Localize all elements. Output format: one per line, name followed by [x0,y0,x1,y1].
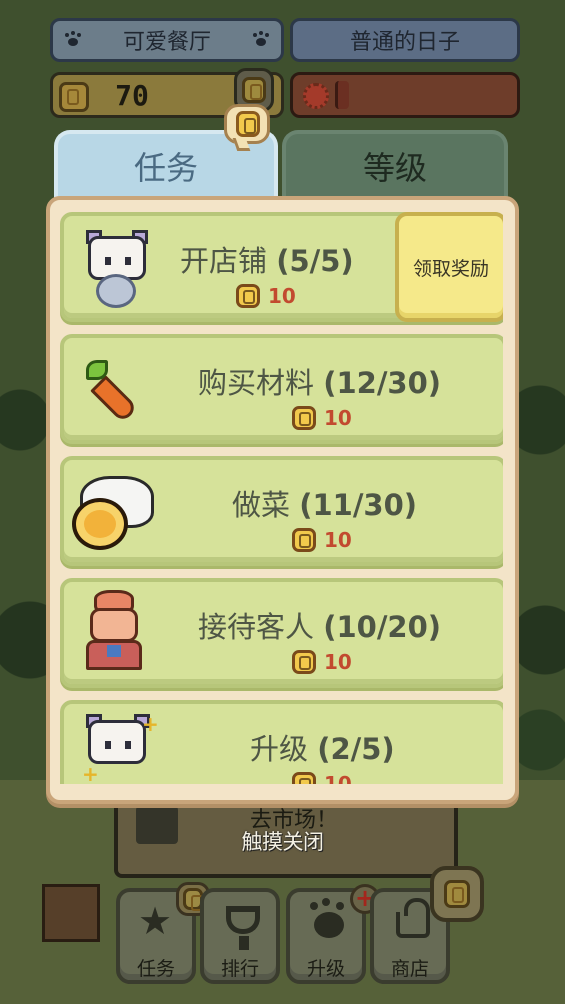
trophy-icon [226,906,260,950]
paw-icon [253,33,269,47]
sparkle-icon: + [142,712,159,736]
coin-icon [444,880,470,908]
task-card-upgrade: + + 升级 (2/5) 10 [60,700,503,784]
tasks-list[interactable]: 开店铺 (5/5) 10 领取奖励 购买材料 (12/30) 10 做菜 (11… [60,212,503,784]
task-title: 做菜 (11/30) [232,488,418,522]
coin-icon [236,284,260,308]
sparkle-icon: + [82,762,99,784]
cat-with-plate-icon [82,230,152,310]
nav-label: 任务 [136,958,175,980]
nav-label: 商店 [390,958,429,980]
coin-shop-button[interactable] [430,866,484,922]
sun-icon [303,83,329,109]
task-card-buy-materials: 购买材料 (12/30) 10 [60,334,503,444]
nav-label: 升级 [306,958,345,980]
crate-icon [42,884,100,942]
paw-icon [310,902,344,938]
day-label: 普通的日子 [349,30,460,55]
task-reward: 10 [292,404,352,432]
nav-ranking-button[interactable]: 排行 [200,888,280,984]
task-card-serve-guests: 接待客人 (10/20) 10 [60,578,503,688]
task-title: 开店铺 (5/5) [180,244,354,278]
energy-bar-fill [335,81,349,109]
coin-icon [292,406,316,430]
coin-reward-bubble [224,104,270,144]
task-reward: 10 [292,526,352,554]
coin-amount: 70 [115,78,149,112]
task-reward: 10 [292,648,352,676]
coin-icon [292,528,316,552]
basket-icon [396,898,430,938]
star-icon: ★ [138,899,173,943]
chef-character-icon [78,590,150,678]
noodle-bowl-icon [72,470,158,554]
coin-icon [242,77,266,103]
touch-to-close-hint[interactable]: 触摸关闭 [0,826,565,856]
task-title: 购买材料 (12/30) [198,366,442,400]
coin-icon [292,650,316,674]
nav-label: 排行 [220,958,259,980]
tasks-panel: 开店铺 (5/5) 10 领取奖励 购买材料 (12/30) 10 做菜 (11… [46,196,519,804]
sparkle-cat-icon: + + [82,712,159,784]
task-reward: 10 [236,282,296,310]
day-status-plate: 普通的日子 [290,18,520,62]
restaurant-name: 可爱餐厅 [122,30,211,55]
task-card-open-shop: 开店铺 (5/5) 10 领取奖励 [60,212,503,322]
task-card-cook: 做菜 (11/30) 10 [60,456,503,566]
claim-reward-button[interactable]: 领取奖励 [395,212,503,322]
task-reward: 10 [292,770,352,784]
task-title: 接待客人 (10/20) [198,610,442,644]
task-title: 升级 (2/5) [250,732,395,766]
energy-bar [290,72,520,118]
coin-icon [236,111,260,137]
carrot-icon [84,360,152,430]
coin-icon [292,772,316,784]
restaurant-name-plate: 可爱餐厅 [50,18,284,62]
